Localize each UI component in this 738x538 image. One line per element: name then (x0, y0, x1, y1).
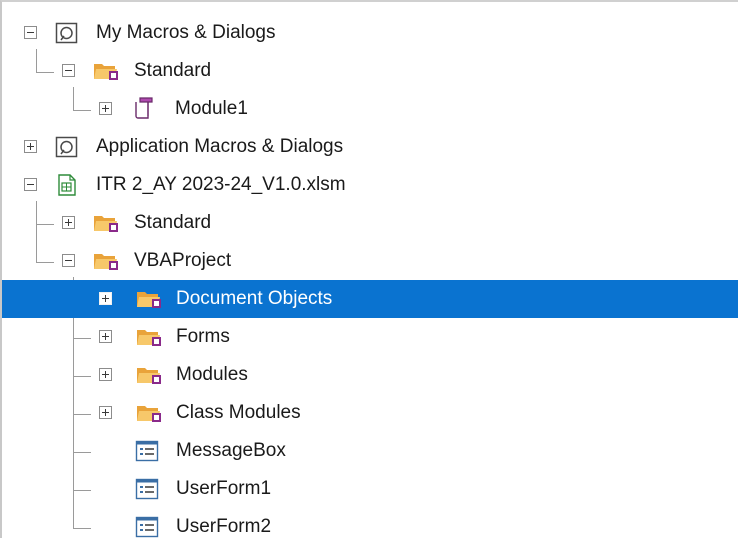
library-icon (55, 22, 79, 44)
tree-item-application-macros[interactable]: Application Macros & Dialogs (2, 128, 738, 166)
tree-item-document-objects[interactable]: Document Objects (2, 280, 738, 318)
expand-toggle[interactable] (62, 216, 75, 229)
tree-item-label: Standard (134, 60, 212, 81)
tree-item-userform1[interactable]: UserForm1 (2, 470, 738, 508)
expand-toggle[interactable] (99, 292, 112, 305)
tree-item-forms[interactable]: Forms (2, 318, 738, 356)
basic-library-folder-icon (93, 250, 118, 272)
collapse-toggle[interactable] (62, 64, 75, 77)
tree-item-messagebox[interactable]: MessageBox (2, 432, 738, 470)
collapse-toggle[interactable] (24, 178, 37, 191)
tree-item-standard[interactable]: Standard (2, 52, 738, 90)
dialog-icon (135, 516, 159, 538)
tree-item-itr-document[interactable]: ITR 2_AY 2023-24_V1.0.xlsm (2, 166, 738, 204)
tree-item-label: Class Modules (176, 402, 301, 423)
macro-tree[interactable]: My Macros & Dialogs Standard Module1 App… (0, 0, 738, 538)
collapse-toggle[interactable] (24, 26, 37, 39)
expand-toggle[interactable] (99, 330, 112, 343)
expand-toggle[interactable] (24, 140, 37, 153)
basic-library-folder-icon (136, 288, 161, 310)
tree-item-my-macros[interactable]: My Macros & Dialogs (2, 14, 738, 52)
collapse-toggle[interactable] (62, 254, 75, 267)
expand-toggle[interactable] (99, 102, 112, 115)
tree-item-label: ITR 2_AY 2023-24_V1.0.xlsm (96, 174, 346, 195)
tree-item-label: Document Objects (176, 288, 333, 309)
tree-item-label: Module1 (175, 98, 248, 119)
library-icon (55, 136, 79, 158)
tree-item-label: MessageBox (176, 440, 286, 461)
tree-item-module1[interactable]: Module1 (2, 90, 738, 128)
tree-item-label: UserForm1 (176, 478, 272, 499)
tree-item-label: Standard (134, 212, 212, 233)
basic-library-folder-icon (136, 326, 161, 348)
basic-library-folder-icon (93, 60, 118, 82)
basic-library-folder-icon (136, 402, 161, 424)
tree-item-label: Modules (176, 364, 248, 385)
tree-item-label: My Macros & Dialogs (96, 22, 276, 43)
expand-toggle[interactable] (99, 368, 112, 381)
tree-item-userform2[interactable]: UserForm2 (2, 508, 738, 538)
tree-item-label: UserForm2 (176, 516, 272, 537)
dialog-icon (135, 440, 159, 462)
basic-library-folder-icon (136, 364, 161, 386)
tree-item-class-modules[interactable]: Class Modules (2, 394, 738, 432)
tree-item-label: Application Macros & Dialogs (96, 136, 344, 157)
tree-item-vbaproject[interactable]: VBAProject (2, 242, 738, 280)
module-icon (132, 97, 156, 120)
dialog-icon (135, 478, 159, 500)
tree-item-modules[interactable]: Modules (2, 356, 738, 394)
spreadsheet-document-icon (57, 174, 81, 196)
tree-item-label: VBAProject (134, 250, 232, 271)
tree-item-label: Forms (176, 326, 230, 347)
basic-library-folder-icon (93, 212, 118, 234)
tree-item-standard-doc[interactable]: Standard (2, 204, 738, 242)
expand-toggle[interactable] (99, 406, 112, 419)
